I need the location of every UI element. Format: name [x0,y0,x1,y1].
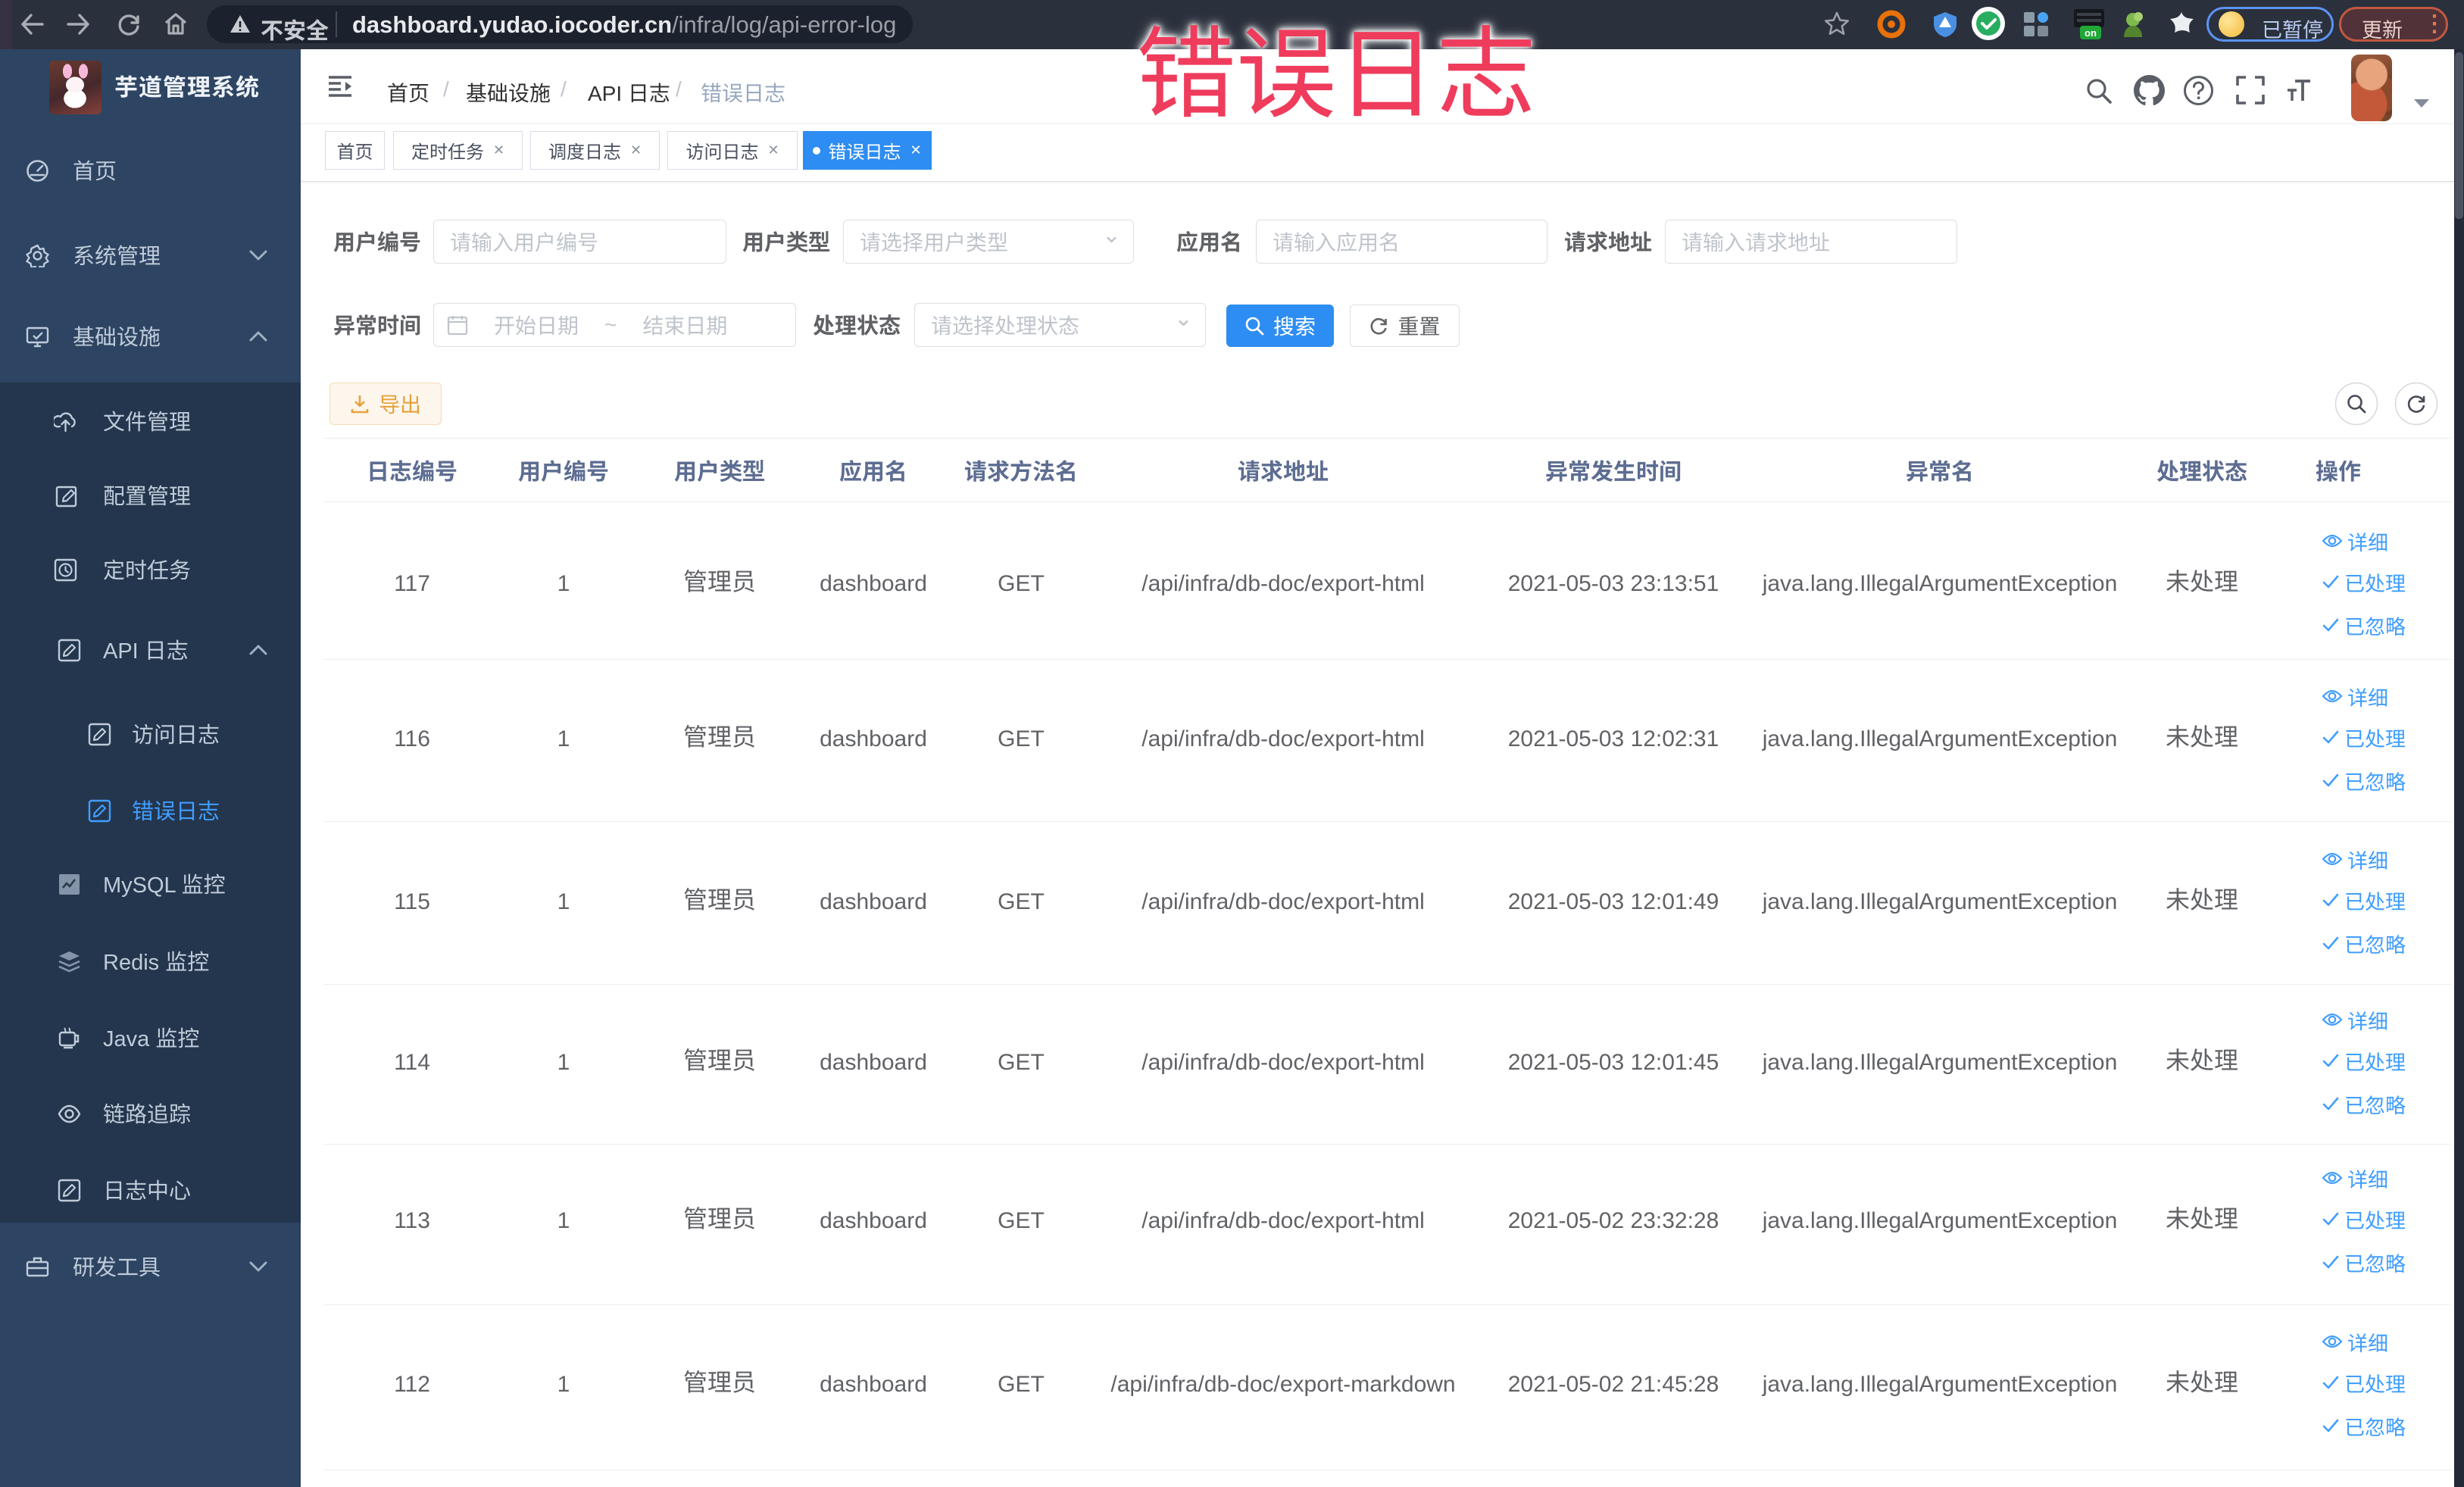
svg-text:on: on [2085,27,2097,39]
